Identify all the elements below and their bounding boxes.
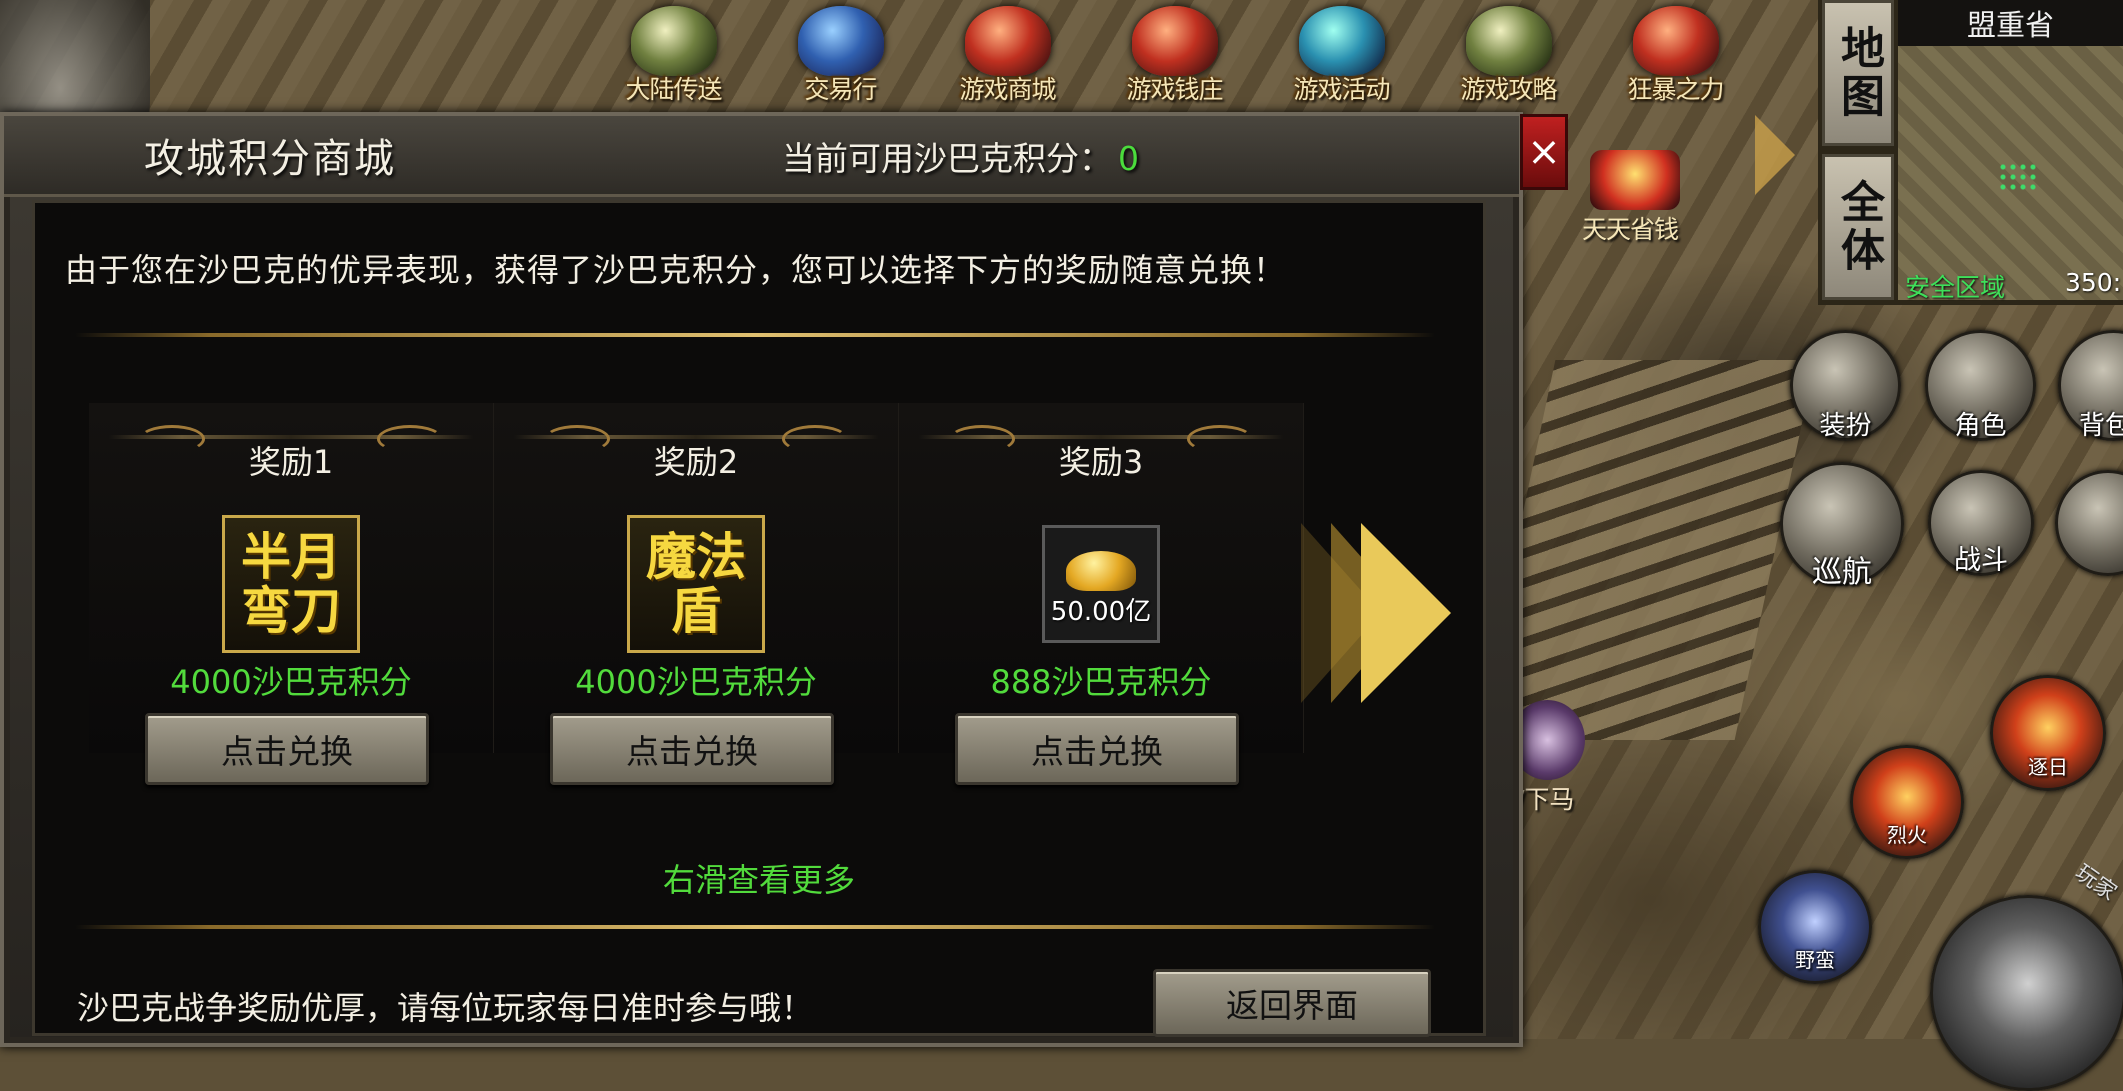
zone-status: 安全区域: [1905, 273, 2006, 302]
daily-chest-icon: [1590, 150, 1680, 210]
teleport-button[interactable]: 大陆传送: [590, 0, 757, 108]
guide-button[interactable]: 游戏攻略: [1425, 0, 1592, 108]
guide-icon: [1465, 6, 1552, 76]
redeem-button[interactable]: 点击兑换: [955, 713, 1239, 785]
rage-label: 狂暴之力: [1627, 75, 1724, 104]
bank-chest-icon: [1131, 6, 1218, 76]
intro-text: 由于您在沙巴克的优异表现，获得了沙巴克积分，您可以选择下方的奖励随意兑换！: [65, 251, 1287, 289]
panel-content: 由于您在沙巴克的优异表现，获得了沙巴克积分，您可以选择下方的奖励随意兑换！ 奖励…: [32, 200, 1486, 1037]
item-quantity: 50.00亿: [1050, 597, 1152, 627]
activity-button[interactable]: 游戏活动: [1258, 0, 1425, 108]
half-moon-blade-icon[interactable]: 半月 弯刀: [222, 515, 360, 653]
teleport-label: 大陆传送: [625, 75, 722, 104]
rage-button[interactable]: 狂暴之力: [1592, 0, 1759, 108]
points-value: 0: [1118, 139, 1139, 178]
character-label: 角色: [1954, 411, 2007, 441]
reward-card: 奖励2 魔法 盾 4000沙巴克积分 点击兑换: [494, 403, 899, 785]
reward-list[interactable]: 奖励1 半月 弯刀 4000沙巴克积分 点击兑换 奖励2 魔法 盾 4000沙巴…: [89, 403, 1379, 785]
teleport-icon: [630, 6, 717, 76]
outfit-label: 装扮: [1819, 411, 1872, 441]
reward-card: 奖励1 半月 弯刀 4000沙巴克积分 点击兑换: [89, 403, 494, 785]
region-name: 盟重省: [1898, 0, 2123, 46]
shop-button[interactable]: 游戏商城: [924, 0, 1091, 108]
reward-cost: 4000沙巴克积分: [575, 663, 817, 701]
tab-map[interactable]: 地图: [1822, 0, 1894, 146]
bank-label: 游戏钱庄: [1126, 75, 1223, 104]
bag-label: 背包: [2079, 411, 2123, 441]
reward-name: 奖励1: [248, 443, 334, 481]
outfit-button[interactable]: 装扮: [1790, 330, 1901, 441]
shop-label: 游戏商城: [959, 75, 1056, 104]
skill-yeman[interactable]: 野蛮: [1758, 870, 1872, 984]
reward-name: 奖励3: [1058, 443, 1144, 481]
expand-arrow-icon[interactable]: [1755, 115, 1795, 195]
cruise-label: 巡航: [1812, 555, 1872, 590]
panel-titlebar: 攻城积分商城 当前可用沙巴克积分： 0: [4, 116, 1519, 197]
attack-button[interactable]: [1930, 895, 2123, 1091]
divider: [75, 333, 1435, 337]
swipe-hint: 右滑查看更多: [662, 861, 855, 899]
gold-ingot-item[interactable]: 50.00亿: [1042, 525, 1160, 643]
activity-icon: [1298, 6, 1385, 76]
points-label: 当前可用沙巴克积分：: [782, 139, 1112, 178]
magic-shield-icon[interactable]: 魔法 盾: [627, 515, 765, 653]
skill-zhuri-label: 逐日: [2028, 755, 2068, 779]
footer-text: 沙巴克战争奖励优厚，请每位玩家每日准时参与哦！: [77, 989, 814, 1027]
divider: [75, 925, 1435, 929]
reward-cost: 888沙巴克积分: [990, 663, 1212, 701]
character-button[interactable]: 角色: [1925, 330, 2036, 441]
skill-liehuo-label: 烈火: [1887, 823, 1927, 847]
redeem-button[interactable]: 点击兑换: [550, 713, 834, 785]
redeem-button[interactable]: 点击兑换: [145, 713, 429, 785]
skill-liehuo[interactable]: 烈火: [1850, 745, 1964, 859]
daily-saving-button[interactable]: 天天省钱: [1582, 150, 1685, 250]
mount-label: /下马: [1516, 785, 1575, 814]
skill-zhuri[interactable]: 逐日: [1990, 675, 2106, 791]
guide-label: 游戏攻略: [1460, 75, 1557, 104]
reward-card: 奖励3 50.00亿 888沙巴克积分 点击兑换: [899, 403, 1304, 785]
daily-saving-label: 天天省钱: [1581, 215, 1679, 244]
siege-points-shop-panel: 攻城积分商城 当前可用沙巴克积分： 0 由于您在沙巴克的优异表现，获得了沙巴克积分…: [0, 112, 1523, 1047]
rage-icon: [1632, 6, 1719, 76]
panel-title: 攻城积分商城: [144, 136, 396, 182]
skill-yeman-label: 野蛮: [1795, 948, 1835, 972]
close-button[interactable]: ×: [1520, 114, 1568, 190]
shop-chest-icon: [964, 6, 1051, 76]
coordinates: 350:: [2065, 268, 2122, 297]
reward-name: 奖励2: [653, 443, 739, 481]
cruise-button[interactable]: 巡航: [1780, 462, 1904, 590]
trade-label: 交易行: [804, 75, 877, 104]
top-menu-bar: 大陆传送 交易行 游戏商城 游戏钱庄 游戏活动 游戏攻略 狂暴之力: [590, 0, 1759, 108]
trade-button[interactable]: 交易行: [757, 0, 924, 108]
points-display: 当前可用沙巴克积分： 0: [782, 132, 1139, 180]
reward-cost: 4000沙巴克积分: [170, 663, 412, 701]
minimap[interactable]: [1898, 46, 2123, 300]
activity-label: 游戏活动: [1293, 75, 1390, 104]
tab-all[interactable]: 全体: [1822, 154, 1894, 300]
player-markers: [1998, 162, 2038, 192]
battle-label: 战斗: [1954, 545, 2008, 576]
back-button[interactable]: 返回界面: [1153, 969, 1431, 1037]
battle-button[interactable]: 战斗: [1928, 470, 2034, 576]
minimap-tabs: 地图 全体: [1822, 0, 1894, 300]
bank-button[interactable]: 游戏钱庄: [1091, 0, 1258, 108]
gold-ingot-icon: [1066, 551, 1136, 591]
scroll-right-arrow-icon[interactable]: [1301, 523, 1471, 703]
trade-icon: [797, 6, 884, 76]
